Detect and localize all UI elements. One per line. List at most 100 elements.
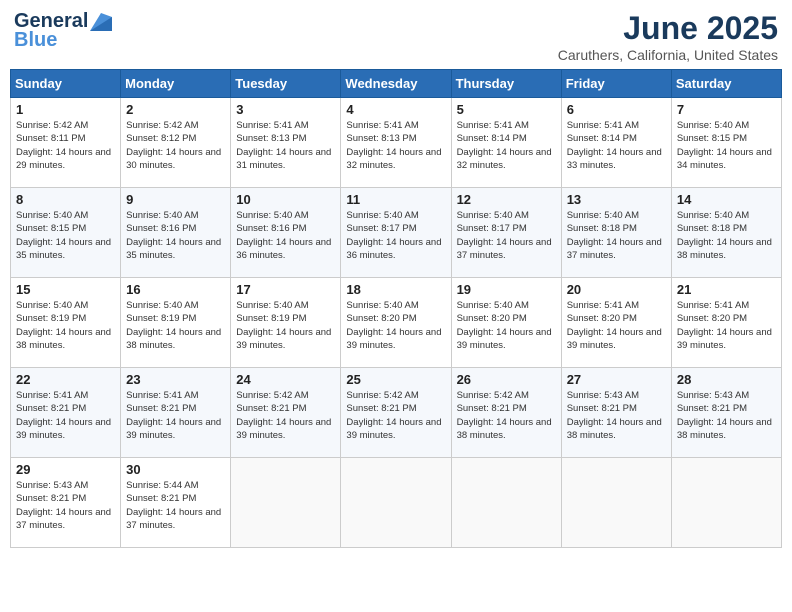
day-info: Sunrise: 5:40 AM Sunset: 8:19 PM Dayligh… [16,299,115,352]
calendar-cell: 20 Sunrise: 5:41 AM Sunset: 8:20 PM Dayl… [561,278,671,368]
sunset-label: Sunset: 8:20 PM [346,313,416,324]
sunset-label: Sunset: 8:21 PM [677,403,747,414]
day-number: 2 [126,102,225,117]
col-thursday: Thursday [451,70,561,98]
sunset-label: Sunset: 8:21 PM [346,403,416,414]
sunrise-label: Sunrise: 5:41 AM [346,120,418,131]
sunset-label: Sunset: 8:17 PM [457,223,527,234]
sunrise-label: Sunrise: 5:42 AM [16,120,88,131]
daylight-label: Daylight: 14 hours and 32 minutes. [346,147,441,171]
day-number: 10 [236,192,335,207]
day-info: Sunrise: 5:40 AM Sunset: 8:19 PM Dayligh… [236,299,335,352]
calendar-cell: 18 Sunrise: 5:40 AM Sunset: 8:20 PM Dayl… [341,278,451,368]
day-number: 8 [16,192,115,207]
calendar-cell: 10 Sunrise: 5:40 AM Sunset: 8:16 PM Dayl… [231,188,341,278]
calendar-cell: 3 Sunrise: 5:41 AM Sunset: 8:13 PM Dayli… [231,98,341,188]
sunrise-label: Sunrise: 5:41 AM [677,300,749,311]
sunrise-label: Sunrise: 5:42 AM [457,390,529,401]
daylight-label: Daylight: 14 hours and 36 minutes. [236,237,331,261]
calendar-cell: 2 Sunrise: 5:42 AM Sunset: 8:12 PM Dayli… [121,98,231,188]
sunset-label: Sunset: 8:19 PM [236,313,306,324]
daylight-label: Daylight: 14 hours and 35 minutes. [126,237,221,261]
sunset-label: Sunset: 8:21 PM [126,403,196,414]
day-number: 23 [126,372,225,387]
day-number: 20 [567,282,666,297]
day-info: Sunrise: 5:40 AM Sunset: 8:15 PM Dayligh… [677,119,776,172]
day-info: Sunrise: 5:40 AM Sunset: 8:18 PM Dayligh… [567,209,666,262]
calendar-cell: 12 Sunrise: 5:40 AM Sunset: 8:17 PM Dayl… [451,188,561,278]
calendar-week-5: 29 Sunrise: 5:43 AM Sunset: 8:21 PM Dayl… [11,458,782,548]
sunset-label: Sunset: 8:19 PM [16,313,86,324]
day-info: Sunrise: 5:40 AM Sunset: 8:20 PM Dayligh… [346,299,445,352]
sunrise-label: Sunrise: 5:44 AM [126,480,198,491]
day-info: Sunrise: 5:41 AM Sunset: 8:21 PM Dayligh… [126,389,225,442]
sunset-label: Sunset: 8:21 PM [126,493,196,504]
calendar-cell: 22 Sunrise: 5:41 AM Sunset: 8:21 PM Dayl… [11,368,121,458]
sunrise-label: Sunrise: 5:43 AM [677,390,749,401]
sunrise-label: Sunrise: 5:41 AM [126,390,198,401]
day-info: Sunrise: 5:41 AM Sunset: 8:20 PM Dayligh… [567,299,666,352]
sunset-label: Sunset: 8:16 PM [126,223,196,234]
daylight-label: Daylight: 14 hours and 39 minutes. [346,417,441,441]
daylight-label: Daylight: 14 hours and 37 minutes. [126,507,221,531]
sunrise-label: Sunrise: 5:40 AM [16,210,88,221]
day-number: 17 [236,282,335,297]
daylight-label: Daylight: 14 hours and 37 minutes. [567,237,662,261]
day-number: 15 [16,282,115,297]
sunset-label: Sunset: 8:19 PM [126,313,196,324]
sunrise-label: Sunrise: 5:40 AM [16,300,88,311]
day-info: Sunrise: 5:41 AM Sunset: 8:20 PM Dayligh… [677,299,776,352]
calendar-cell: 11 Sunrise: 5:40 AM Sunset: 8:17 PM Dayl… [341,188,451,278]
calendar-cell: 25 Sunrise: 5:42 AM Sunset: 8:21 PM Dayl… [341,368,451,458]
calendar-cell: 6 Sunrise: 5:41 AM Sunset: 8:14 PM Dayli… [561,98,671,188]
calendar-cell: 4 Sunrise: 5:41 AM Sunset: 8:13 PM Dayli… [341,98,451,188]
calendar-week-3: 15 Sunrise: 5:40 AM Sunset: 8:19 PM Dayl… [11,278,782,368]
daylight-label: Daylight: 14 hours and 31 minutes. [236,147,331,171]
calendar-cell: 9 Sunrise: 5:40 AM Sunset: 8:16 PM Dayli… [121,188,231,278]
day-info: Sunrise: 5:40 AM Sunset: 8:15 PM Dayligh… [16,209,115,262]
day-number: 14 [677,192,776,207]
calendar-cell: 23 Sunrise: 5:41 AM Sunset: 8:21 PM Dayl… [121,368,231,458]
day-number: 27 [567,372,666,387]
day-number: 26 [457,372,556,387]
day-info: Sunrise: 5:44 AM Sunset: 8:21 PM Dayligh… [126,479,225,532]
calendar-cell: 5 Sunrise: 5:41 AM Sunset: 8:14 PM Dayli… [451,98,561,188]
daylight-label: Daylight: 14 hours and 39 minutes. [346,327,441,351]
logo-icon [90,13,112,31]
sunset-label: Sunset: 8:21 PM [16,403,86,414]
sunset-label: Sunset: 8:12 PM [126,133,196,144]
sunrise-label: Sunrise: 5:40 AM [457,300,529,311]
day-number: 5 [457,102,556,117]
sunrise-label: Sunrise: 5:42 AM [236,390,308,401]
sunrise-label: Sunrise: 5:40 AM [126,210,198,221]
sunset-label: Sunset: 8:14 PM [457,133,527,144]
day-number: 18 [346,282,445,297]
calendar-header-row: Sunday Monday Tuesday Wednesday Thursday… [11,70,782,98]
calendar-cell: 27 Sunrise: 5:43 AM Sunset: 8:21 PM Dayl… [561,368,671,458]
col-sunday: Sunday [11,70,121,98]
day-number: 12 [457,192,556,207]
sunset-label: Sunset: 8:17 PM [346,223,416,234]
daylight-label: Daylight: 14 hours and 34 minutes. [677,147,772,171]
calendar-cell [451,458,561,548]
day-info: Sunrise: 5:42 AM Sunset: 8:21 PM Dayligh… [346,389,445,442]
day-info: Sunrise: 5:41 AM Sunset: 8:13 PM Dayligh… [346,119,445,172]
daylight-label: Daylight: 14 hours and 38 minutes. [16,327,111,351]
day-info: Sunrise: 5:42 AM Sunset: 8:11 PM Dayligh… [16,119,115,172]
sunrise-label: Sunrise: 5:40 AM [346,210,418,221]
sunset-label: Sunset: 8:16 PM [236,223,306,234]
calendar-cell: 19 Sunrise: 5:40 AM Sunset: 8:20 PM Dayl… [451,278,561,368]
sunrise-label: Sunrise: 5:41 AM [457,120,529,131]
sunrise-label: Sunrise: 5:42 AM [126,120,198,131]
day-info: Sunrise: 5:40 AM Sunset: 8:16 PM Dayligh… [236,209,335,262]
calendar-table: Sunday Monday Tuesday Wednesday Thursday… [10,69,782,548]
day-info: Sunrise: 5:40 AM Sunset: 8:16 PM Dayligh… [126,209,225,262]
calendar-cell: 28 Sunrise: 5:43 AM Sunset: 8:21 PM Dayl… [671,368,781,458]
calendar-cell: 7 Sunrise: 5:40 AM Sunset: 8:15 PM Dayli… [671,98,781,188]
month-title: June 2025 [558,10,778,47]
daylight-label: Daylight: 14 hours and 30 minutes. [126,147,221,171]
calendar-week-4: 22 Sunrise: 5:41 AM Sunset: 8:21 PM Dayl… [11,368,782,458]
sunset-label: Sunset: 8:20 PM [677,313,747,324]
day-number: 22 [16,372,115,387]
day-number: 6 [567,102,666,117]
